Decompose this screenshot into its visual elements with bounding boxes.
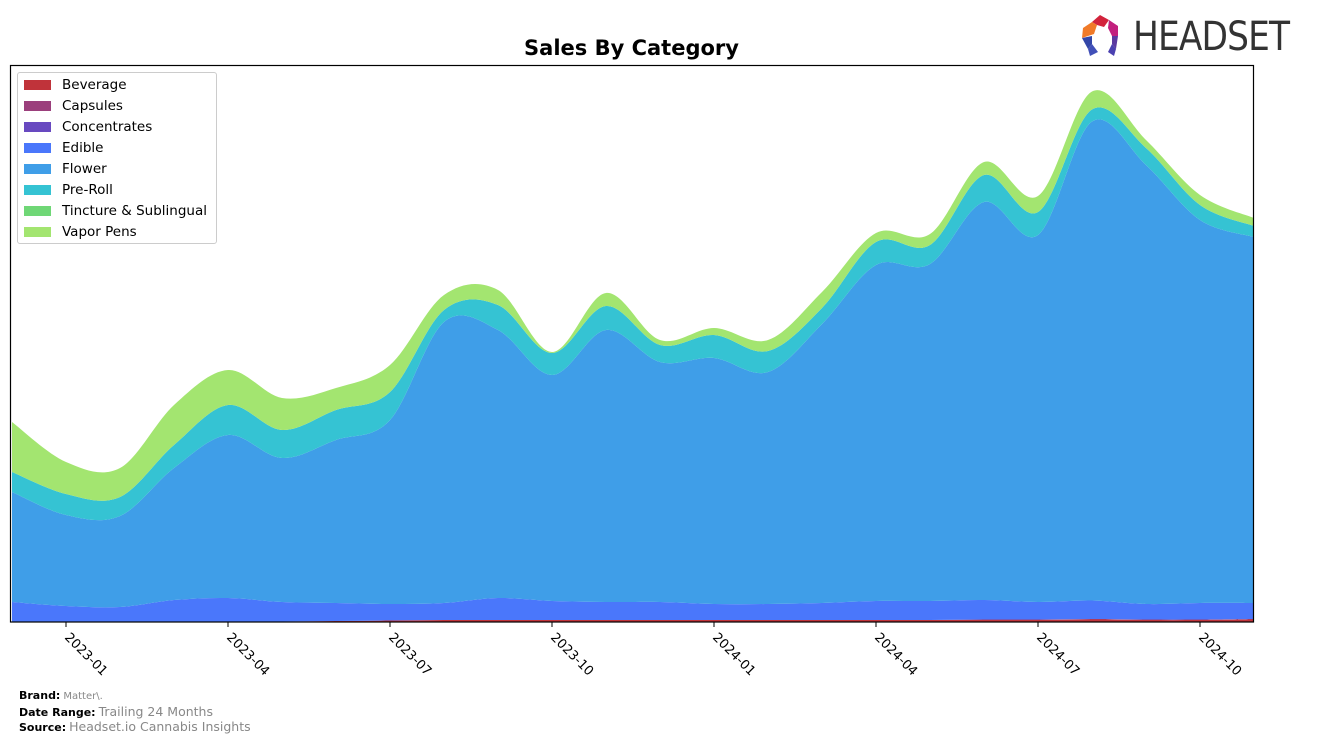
legend-label: Flower (62, 161, 107, 177)
legend-label: Capsules (62, 98, 123, 114)
x-tick-label: 2024-04 (871, 630, 920, 679)
footer-brand: Brand: Matter\. (19, 689, 251, 705)
legend-label: Tincture & Sublingual (62, 203, 207, 219)
brand-label: Brand: (19, 689, 61, 702)
footer-date-range: Date Range: Trailing 24 Months (19, 703, 251, 721)
legend-label: Beverage (62, 77, 127, 93)
legend-swatch (24, 122, 51, 132)
legend-label: Pre-Roll (62, 182, 113, 198)
legend-swatch (24, 143, 51, 153)
x-axis: 2023-01 2023-04 2023-07 2023-10 2024-01 2024-… (61, 622, 1244, 679)
legend-item: Concentrates (24, 117, 152, 137)
legend-swatch (24, 101, 51, 111)
brand-value: Matter\. (63, 691, 103, 702)
chart-footer: Brand: Matter\. Date Range: Trailing 24 Mo… (19, 689, 251, 736)
source-value: Headset.io Cannabis Insights (69, 719, 251, 734)
legend-item: Tincture & Sublingual (24, 201, 207, 221)
legend-item: Flower (24, 159, 107, 179)
legend-swatch (24, 206, 51, 216)
legend-item: Vapor Pens (24, 222, 137, 242)
legend-swatch (24, 164, 51, 174)
legend-item: Beverage (24, 75, 127, 95)
date-range-label: Date Range: (19, 705, 96, 719)
legend-item: Edible (24, 138, 103, 158)
legend-swatch (24, 80, 51, 90)
x-tick-label: 2024-07 (1033, 630, 1082, 679)
legend-label: Concentrates (62, 119, 153, 135)
x-tick-label: 2023-10 (547, 630, 596, 679)
legend-label: Vapor Pens (62, 224, 137, 240)
legend-swatch (24, 185, 51, 195)
legend-label: Edible (62, 140, 104, 156)
source-label: Source: (19, 721, 67, 734)
legend: Beverage Capsules Concentrates Edible Flower… (17, 72, 217, 244)
x-tick-label: 2023-04 (223, 630, 272, 679)
date-range-value: Trailing 24 Months (98, 703, 213, 719)
x-tick-label: 2024-10 (1195, 630, 1244, 679)
x-tick-label: 2024-01 (709, 630, 758, 679)
legend-item: Pre-Roll (24, 180, 113, 200)
legend-swatch (24, 227, 51, 237)
legend-item: Capsules (24, 96, 123, 116)
x-tick-label: 2023-01 (61, 630, 110, 679)
x-tick-label: 2023-07 (385, 630, 434, 679)
footer-source: Source: Headset.io Cannabis Insights (19, 719, 251, 736)
